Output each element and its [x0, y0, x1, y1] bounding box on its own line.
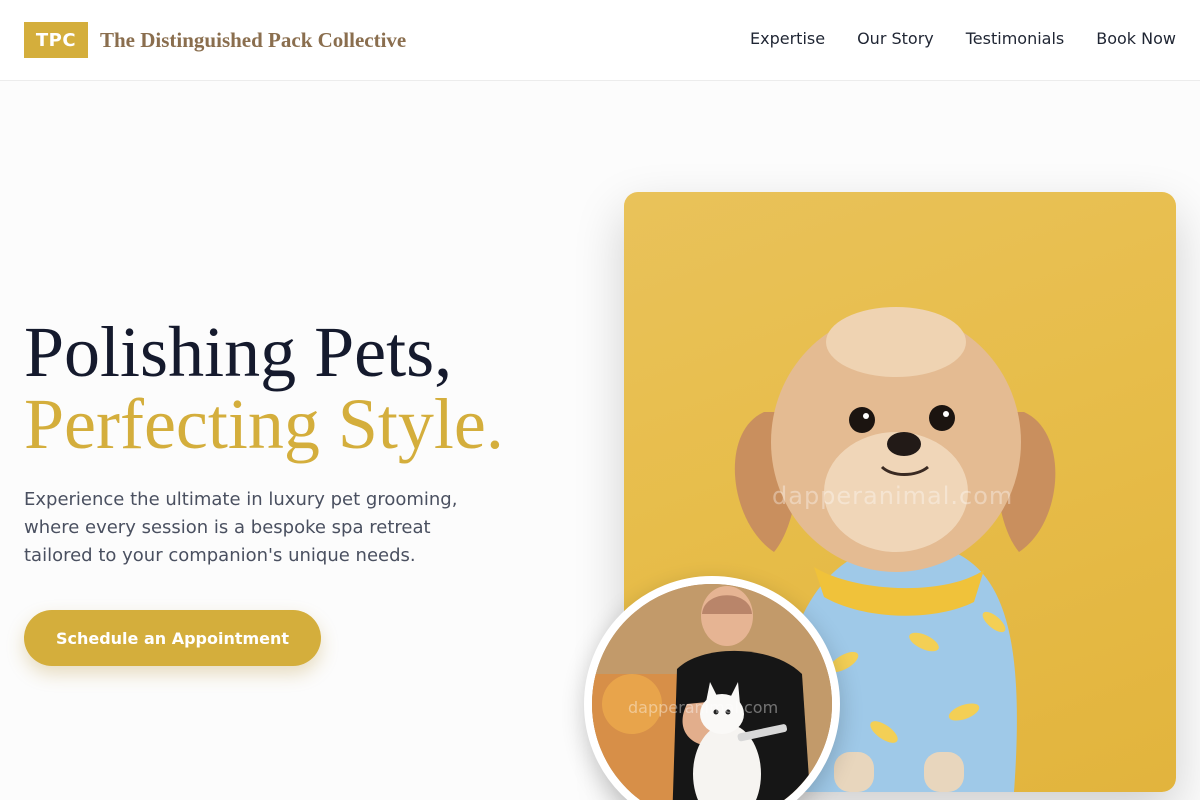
nav-link-book-now[interactable]: Book Now — [1096, 29, 1176, 48]
logo-badge[interactable]: TPC — [24, 22, 88, 58]
hero-description: Experience the ultimate in luxury pet gr… — [24, 489, 458, 566]
site-header: TPC The Distinguished Pack Collective Ex… — [0, 0, 1200, 81]
schedule-appointment-button[interactable]: Schedule an Appointment — [24, 610, 321, 666]
nav-link-expertise[interactable]: Expertise — [750, 29, 825, 48]
nav-link-testimonials[interactable]: Testimonials — [966, 29, 1065, 48]
photo-watermark: dapperanimal.com — [772, 482, 1014, 510]
groomer-photo: dapperanimal.com — [584, 576, 840, 800]
main-nav: Expertise Our Story Testimonials Book No… — [750, 29, 1176, 48]
groomer-illustration — [592, 584, 832, 800]
hero-title: Polishing Pets, Perfecting Style. — [24, 316, 504, 460]
round-photo-watermark: dapperanimal.com — [628, 698, 779, 717]
hero-title-line1: Polishing Pets, — [24, 312, 453, 392]
brand-name[interactable]: The Distinguished Pack Collective — [100, 28, 406, 53]
hero-title-line2: Perfecting Style. — [24, 384, 504, 464]
nav-link-our-story[interactable]: Our Story — [857, 29, 934, 48]
